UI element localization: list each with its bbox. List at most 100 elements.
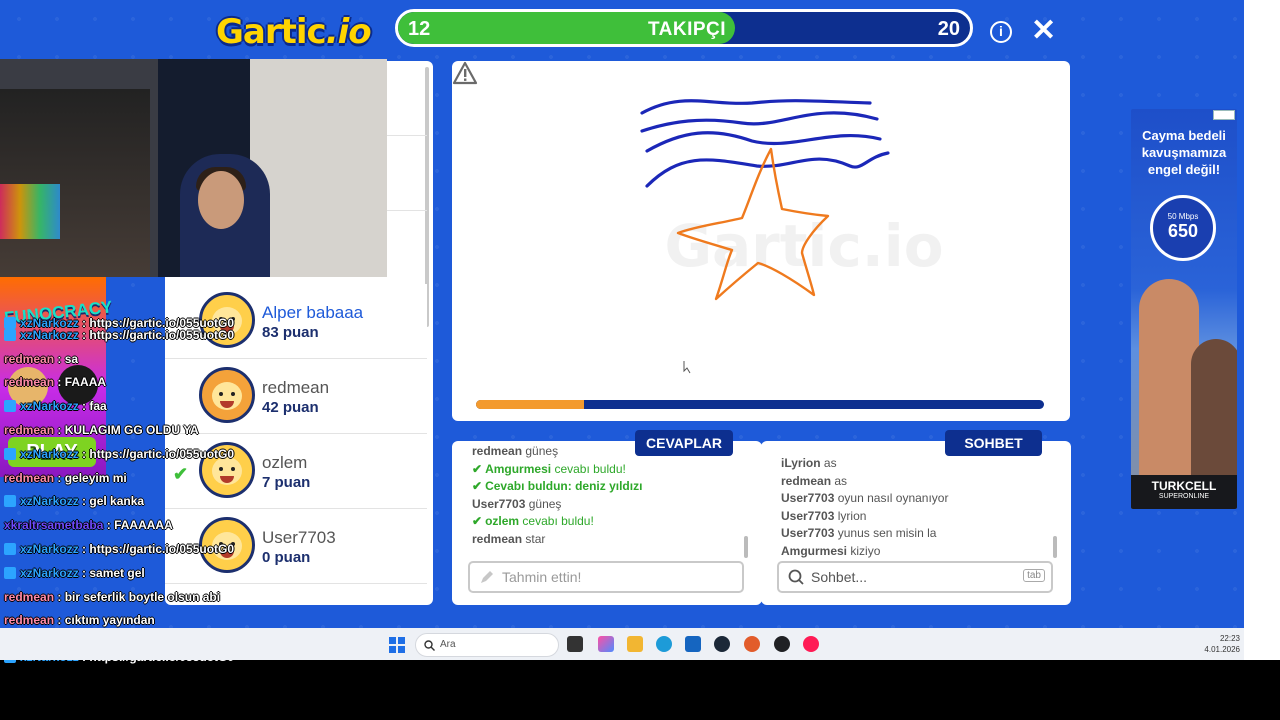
stream-chat-line: redmean : geleyim mi [4,471,127,485]
stream-chat-text: : https://gartic.io/055uotG0 [82,542,235,556]
ad-brand-sub: SUPERONLINE [1158,493,1210,500]
player-points: 0 puan [262,549,311,566]
chat-input[interactable]: Sohbet... tab [777,561,1053,593]
guess-placeholder: Tahmin ettin! [502,569,582,585]
stream-chat-user: xzNarkozz [20,565,79,580]
webcam-rgb-lights [0,184,60,239]
store-icon[interactable] [685,636,701,652]
file-explorer-icon[interactable] [627,636,643,652]
answer-text: güneş [525,444,559,458]
answers-scrollbar[interactable] [744,536,748,558]
app-icon[interactable] [774,636,790,652]
webcam-overlay [0,59,387,277]
opera-gx-icon[interactable] [803,636,819,652]
chat-text: as [834,473,848,488]
search-icon [788,569,804,585]
stream-chat-user: xzNarkozz [20,399,79,414]
stream-chat-line: xzNarkozz : samet gel [4,566,145,580]
player-name: ozlem [262,453,308,472]
twitch-badge-icon [4,543,16,555]
player-points: 83 puan [262,324,319,341]
chat-message: redmean as [781,473,1051,491]
chat-text: lyrion [837,508,867,523]
stream-chat-user: xzNarkozz [20,494,79,509]
stream-chat-user: xzNarkozz [20,542,79,556]
game-background: Gartic.io 12 TAKIPÇI 20 i ✕ Alper babaaa… [0,0,1244,628]
report-warning-icon[interactable] [452,61,478,85]
player-points: 42 puan [262,399,319,416]
advertisement[interactable]: Cayma bedeli kavuşmamıza engel değil! 50… [1131,109,1237,509]
windows-taskbar: Ara 22:23 4.01.2026 [0,628,1244,660]
answer-user: Cevabı buldun: [485,479,572,493]
windows-start-icon[interactable] [389,637,405,653]
check-icon: ✔ [472,461,483,476]
room-progress-bar: 12 TAKIPÇI 20 [395,9,973,47]
drawing-waves [640,99,890,188]
tab-chat[interactable]: SOHBET [945,430,1042,456]
twitch-badge-icon [4,400,16,413]
stream-chat-text: : samet gel [82,565,145,580]
stream-chat-line: xzNarkozz : https://gartic.io/055uotG0 [4,542,234,556]
avatar-eye [231,467,235,471]
search-icon [424,640,435,651]
ad-speed-badge: 50 Mbps 650 [1150,195,1216,261]
chat-user: User7703 [781,508,835,523]
chat-message: User7703 lyrion [781,508,1051,526]
progress-goal: 20 [937,18,960,40]
stream-chat-text: : FAAAA [57,375,107,390]
stream-chat-text: : https://gartic.io/055uotG0 [82,446,235,461]
ad-headline: Cayma bedeli kavuşmamıza engel değil! [1141,128,1227,177]
copilot-icon[interactable] [598,636,614,652]
avatar [199,367,255,423]
chat-user: User7703 [781,491,835,505]
stream-chat-line: redmean : FAAAA [4,375,106,389]
stream-chat-line: xzNarkozz : https://gartic.io/055uotG0 [4,328,234,342]
stream-chat-user: xzNarkozz [20,327,79,342]
twitch-badge-icon [4,447,16,460]
info-icon[interactable]: i [990,21,1012,43]
drawing-canvas[interactable]: Gartic.io [452,61,1070,421]
player-name: User7703 [262,528,336,547]
stream-chat-text: : cıktım yayından [57,613,155,628]
pencil-icon [481,571,493,583]
taskview-icon[interactable] [567,636,583,652]
close-icon[interactable]: ✕ [1031,16,1056,46]
stream-chat-line: redmean : sa [4,352,78,366]
chat-user: iLyrion [781,456,821,470]
chat-scrollbar[interactable] [1053,536,1057,558]
answer-message: ✔ Amgurmesi cevabı buldu! [472,461,742,479]
answer-text: cevabı buldu! [522,514,594,528]
clock-date: 4.01.2026 [1204,645,1240,654]
avatar-eye [219,392,223,396]
chat-message: iLyrion as [781,455,1051,473]
stream-chat-user: xkraltrsametbaba [4,518,104,533]
stream-chat-user: redmean [4,423,55,437]
steam-icon[interactable] [714,636,730,652]
ad-speed-label: 50 Mbps [1167,212,1199,221]
check-icon: ✔ [173,464,189,484]
ad-close-icon[interactable] [1213,110,1235,120]
edge-icon[interactable] [656,636,672,652]
mouse-cursor-icon [683,361,691,374]
player-name: Alper babaaa [262,303,364,322]
player-row: ✔ ozlem 7 puan [165,434,427,509]
stream-chat-text: : KULAGIM GG OLDU YA [57,423,199,437]
tab-answers[interactable]: CEVAPLAR [635,430,733,456]
taskbar-search[interactable]: Ara [415,633,559,657]
stream-chat-user: redmean [4,613,55,628]
stream-chat-line: xzNarkozz : https://gartic.io/055uotG0 [4,447,234,461]
player-row: redmean 42 puan [165,359,427,434]
stream-chat-text: : https://gartic.io/055uotG0 [82,327,235,342]
stream-chat-line: xzNarkozz : faa [4,399,107,413]
chat-text: as [823,456,837,470]
stream-chat-text: : gel kanka [82,494,145,509]
avatar-eye [219,467,223,471]
chat-user: User7703 [781,526,835,540]
stream-chat-user: redmean [4,589,55,604]
webcam-streamer-head [198,171,244,229]
chat-text: kiziyo [850,543,881,558]
chat-message: User7703 oyun nasıl oynanıyor [781,490,1051,508]
answer-text: güneş [528,496,562,511]
guess-input[interactable]: Tahmin ettin! [468,561,744,593]
app-icon[interactable] [744,636,760,652]
